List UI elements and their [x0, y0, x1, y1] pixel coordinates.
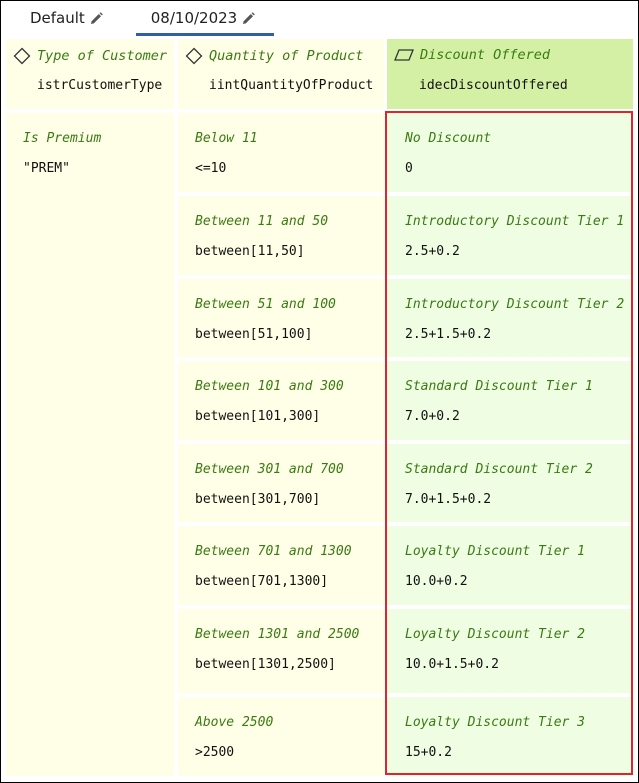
cell-label: Between 1301 and 2500	[195, 627, 360, 642]
cell-label: Is Premium	[23, 131, 102, 146]
cell-expression: 2.5+1.5+0.2	[405, 327, 492, 342]
tab-default-label: Default	[30, 9, 85, 27]
cell-label: Loyalty Discount Tier 2	[405, 627, 586, 642]
cell-expression: <=10	[195, 161, 227, 176]
discount-cell[interactable]: Standard Discount Tier 1 7.0+0.2	[387, 361, 633, 440]
tab-default[interactable]: Default	[30, 0, 103, 36]
cell-expression: between[11,50]	[195, 244, 305, 259]
discount-cell[interactable]: Standard Discount Tier 2 7.0+1.5+0.2	[387, 444, 633, 522]
cell-expression: between[101,300]	[195, 409, 321, 424]
cell-expression: 15+0.2	[405, 745, 452, 760]
discount-cell[interactable]: Introductory Discount Tier 2 2.5+1.5+0.2	[387, 279, 633, 357]
quantity-cell[interactable]: Between 101 and 300 between[101,300]	[178, 361, 384, 440]
diamond-icon	[13, 47, 31, 65]
quantity-cell[interactable]: Between 701 and 1300 between[701,1300]	[178, 526, 384, 605]
customer-type-cell[interactable]: Is Premium "PREM"	[6, 113, 174, 776]
cell-expression: >2500	[195, 745, 235, 760]
cell-label: Between 101 and 300	[195, 379, 344, 394]
cell-expression: 0	[405, 161, 413, 176]
header-field: idecDiscountOffered	[419, 78, 568, 93]
diamond-icon	[185, 47, 203, 65]
header-type-of-customer[interactable]: Type of Customer istrCustomerType	[6, 39, 174, 109]
header-discount-offered[interactable]: Discount Offered idecDiscountOffered	[387, 39, 633, 109]
quantity-cell[interactable]: Between 301 and 700 between[301,700]	[178, 444, 384, 522]
tab-date[interactable]: 08/10/2023	[136, 0, 274, 36]
cell-label: Between 51 and 100	[195, 297, 336, 312]
quantity-cell[interactable]: Between 11 and 50 between[11,50]	[178, 196, 384, 275]
quantity-cell[interactable]: Above 2500 >2500	[178, 697, 384, 776]
pencil-icon[interactable]	[90, 11, 103, 25]
cell-label: Between 701 and 1300	[195, 544, 352, 559]
cell-expression: 2.5+0.2	[405, 244, 460, 259]
discount-cell[interactable]: Loyalty Discount Tier 2 10.0+1.5+0.2	[387, 609, 633, 693]
header-title: Quantity of Product	[209, 48, 364, 64]
quantity-cell[interactable]: Below 11 <=10	[178, 113, 384, 192]
cell-expression: 7.0+1.5+0.2	[405, 492, 492, 507]
cell-label: Between 301 and 700	[195, 462, 344, 477]
discount-cell[interactable]: Introductory Discount Tier 1 2.5+0.2	[387, 196, 633, 275]
cell-expression: between[1301,2500]	[195, 657, 336, 672]
cell-label: No Discount	[405, 131, 492, 146]
cell-expression: 7.0+0.2	[405, 409, 460, 424]
header-title: Discount Offered	[420, 47, 551, 63]
cell-label: Introductory Discount Tier 2	[405, 297, 625, 312]
cell-expression: 10.0+1.5+0.2	[405, 657, 499, 672]
cell-expression: "PREM"	[23, 161, 70, 176]
cell-label: Below 11	[195, 131, 258, 146]
tab-date-label: 08/10/2023	[150, 9, 238, 27]
cell-label: Above 2500	[195, 715, 274, 730]
quantity-cell[interactable]: Between 51 and 100 between[51,100]	[178, 279, 384, 357]
tab-bar: Default 08/10/2023	[0, 0, 639, 36]
cell-label: Introductory Discount Tier 1	[405, 214, 625, 229]
discount-cell[interactable]: Loyalty Discount Tier 1 10.0+0.2	[387, 526, 633, 605]
cell-label: Standard Discount Tier 1	[405, 379, 593, 394]
parallelogram-icon	[394, 48, 414, 62]
pencil-icon[interactable]	[242, 11, 256, 25]
cell-expression: between[701,1300]	[195, 574, 329, 589]
discount-cell[interactable]: No Discount 0	[387, 113, 633, 192]
cell-expression: between[51,100]	[195, 327, 313, 342]
cell-expression: 10.0+0.2	[405, 574, 468, 589]
header-field: istrCustomerType	[37, 78, 163, 93]
cell-label: Standard Discount Tier 2	[405, 462, 593, 477]
discount-cell[interactable]: Loyalty Discount Tier 3 15+0.2	[387, 697, 633, 776]
header-field: iintQuantityOfProduct	[209, 78, 374, 93]
cell-label: Between 11 and 50	[195, 214, 329, 229]
cell-label: Loyalty Discount Tier 3	[405, 715, 586, 730]
cell-label: Loyalty Discount Tier 1	[405, 544, 586, 559]
cell-expression: between[301,700]	[195, 492, 321, 507]
quantity-cell[interactable]: Between 1301 and 2500 between[1301,2500]	[178, 609, 384, 693]
header-quantity-of-product[interactable]: Quantity of Product iintQuantityOfProduc…	[178, 39, 384, 109]
header-title: Type of Customer	[37, 48, 168, 64]
